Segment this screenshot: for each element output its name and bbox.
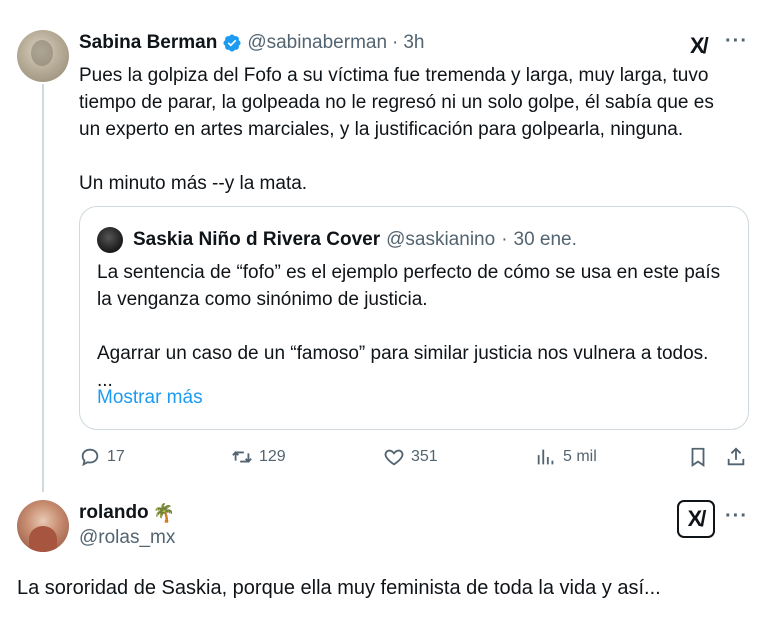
quoted-tweet-card[interactable]: Saskia Niño d Rivera Cover @saskianino ·… (79, 206, 749, 430)
tweet-paragraph: Un minuto más --y la mata. (79, 173, 308, 194)
quote-text: La sentencia de “fofo” es el ejemplo per… (97, 259, 727, 394)
thread-connector-line (42, 84, 44, 492)
quote-paragraph: La sentencia de “fofo” es el ejemplo per… (97, 262, 721, 310)
retweet-button[interactable]: 129 (231, 446, 286, 468)
grok-icon[interactable]: X/ (690, 33, 709, 59)
quote-author-avatar (97, 227, 123, 253)
retweet-icon (232, 451, 252, 463)
quote-author-handle: @saskianino (386, 229, 496, 250)
verified-badge-icon (223, 34, 241, 52)
reply-count: 17 (107, 448, 125, 465)
tweet-header: Sabina Berman @sabinaberman · 3h (79, 32, 425, 54)
author-avatar[interactable] (17, 30, 69, 82)
separator-dot: · (501, 229, 508, 250)
like-button[interactable]: 351 (383, 446, 438, 468)
quote-paragraph: Agarrar un caso de un “famoso” para simi… (97, 343, 709, 391)
share-icon (727, 447, 745, 466)
reply-author-name[interactable]: rolando (79, 502, 149, 524)
retweet-count: 129 (259, 448, 286, 465)
tweet-paragraph: Pues la golpiza del Fofo a su víctima fu… (79, 65, 714, 140)
reply-button[interactable]: 17 (79, 446, 125, 468)
more-icon[interactable]: ··· (725, 30, 748, 53)
views-count: 5 mil (563, 448, 597, 465)
more-icon[interactable]: ··· (725, 505, 748, 528)
reply-header: rolando 🌴 @rolas_mx (79, 502, 175, 549)
reply-text: La sororidad de Saskia, porque ella muy … (17, 577, 661, 599)
quote-date: 30 ene. (513, 229, 577, 250)
quote-header: Saskia Niño d Rivera Cover @saskianino ·… (97, 227, 577, 253)
views-icon (537, 449, 554, 465)
like-count: 351 (411, 448, 438, 465)
palm-tree-emoji: 🌴 (152, 502, 176, 523)
tweet-time[interactable]: 3h (403, 32, 424, 54)
reply-author-avatar[interactable] (17, 500, 69, 552)
tweet-text: Pues la golpiza del Fofo a su víctima fu… (79, 62, 739, 197)
reply-icon (81, 448, 99, 467)
bookmark-button[interactable] (687, 446, 709, 468)
author-handle[interactable]: @sabinaberman (247, 32, 387, 54)
author-name[interactable]: Sabina Berman (79, 32, 217, 54)
views-button[interactable]: 5 mil (535, 446, 597, 468)
action-bar: 17 129 351 5 mil (79, 446, 751, 476)
heart-icon (384, 449, 404, 466)
separator-dot: · (392, 32, 399, 53)
quote-author-name: Saskia Niño d Rivera Cover (133, 229, 381, 250)
show-more-link[interactable]: Mostrar más (97, 387, 203, 409)
grok-icon[interactable]: X/ (677, 500, 715, 538)
reply-author-handle[interactable]: @rolas_mx (79, 527, 175, 549)
share-button[interactable] (725, 446, 747, 468)
bookmark-icon (691, 447, 705, 467)
